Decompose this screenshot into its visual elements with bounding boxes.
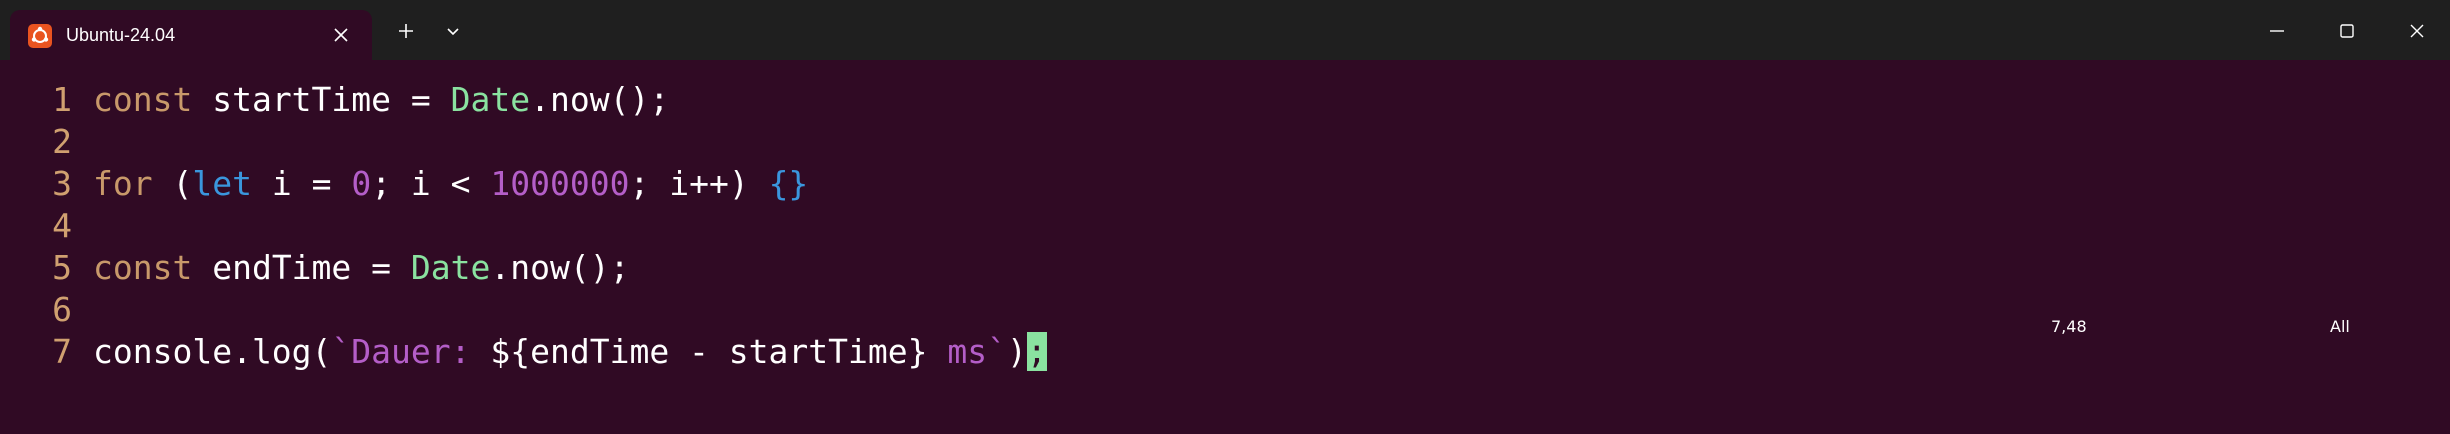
cursor-position: 7,48	[2051, 317, 2087, 336]
close-tab-icon[interactable]	[328, 22, 354, 48]
code-token: startTime =	[192, 80, 451, 119]
code-token: `Dauer:	[331, 332, 491, 371]
code-token: ms`	[927, 332, 1007, 371]
code-token: )	[1006, 332, 1027, 371]
line-code: for (let i = 0; i < 1000000; i++) {}	[93, 163, 808, 205]
code-token: console.log(	[93, 332, 332, 371]
terminal-window: Ubuntu-24.04 1 const startTime = Date.no…	[0, 0, 2450, 434]
line-number: 6	[52, 290, 72, 329]
tab-title: Ubuntu-24.04	[66, 25, 176, 45]
line-code: const endTime = Date.now();	[93, 247, 629, 289]
line-code: const startTime = Date.now();	[93, 79, 669, 121]
minimize-icon[interactable]	[2264, 18, 2290, 44]
code-token: {}	[768, 164, 809, 203]
code-token: endTime =	[192, 248, 411, 287]
code-token: .now();	[490, 248, 630, 287]
ubuntu-icon	[28, 24, 52, 48]
code-token: let	[192, 164, 252, 203]
code-token: for	[93, 164, 153, 203]
scroll-indicator: All	[2330, 317, 2350, 336]
code-token: Date	[450, 80, 531, 119]
line-number: 4	[52, 206, 72, 245]
code-token: .now();	[530, 80, 670, 119]
tab-ubuntu[interactable]: Ubuntu-24.04	[10, 10, 372, 60]
code-token: ; i <	[371, 164, 491, 203]
line-number: 5	[52, 248, 72, 287]
code-token: ${endTime - startTime}	[490, 332, 928, 371]
code-token: i =	[251, 164, 352, 203]
code-token: 1000000	[490, 164, 630, 203]
title-bar: Ubuntu-24.04	[0, 0, 2450, 60]
line-code: console.log(`Dauer: ${endTime - startTim…	[93, 331, 1047, 373]
code-token: Date	[410, 248, 491, 287]
code-token: const	[93, 80, 193, 119]
maximize-icon[interactable]	[2334, 18, 2360, 44]
code-token: ; i++)	[629, 164, 769, 203]
chevron-down-icon[interactable]	[440, 18, 466, 44]
line-number: 1	[52, 80, 72, 119]
code-token: (	[152, 164, 193, 203]
line-number: 7	[52, 332, 72, 371]
code-token: const	[93, 248, 193, 287]
new-tab-button[interactable]	[393, 18, 419, 44]
code-editor[interactable]: 1 const startTime = Date.now(); 2 3 for (let…	[0, 60, 2450, 434]
line-number: 2	[52, 122, 72, 161]
code-token: 0	[351, 164, 372, 203]
text-cursor: ;	[1026, 332, 1047, 371]
close-icon[interactable]	[2404, 18, 2430, 44]
line-number: 3	[52, 164, 72, 203]
